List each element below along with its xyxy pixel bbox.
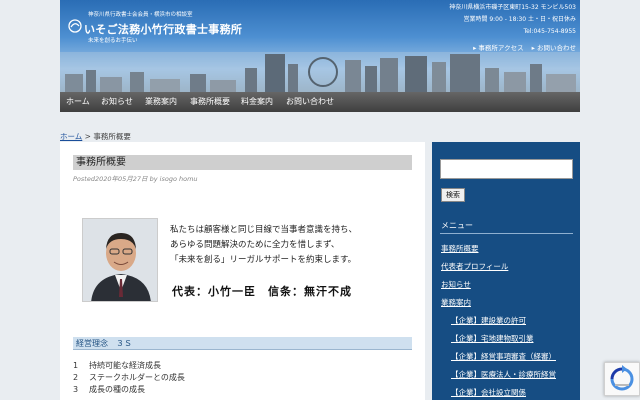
tel-text: Tel:045-754-8955 (523, 28, 576, 35)
nav-item-pricing[interactable]: 料金案内 (241, 92, 273, 112)
sidebar-subitem-construction[interactable]: 【企業】建設業の許可 (451, 315, 526, 326)
search-input[interactable] (440, 159, 573, 179)
breadcrumb-current: 事務所概要 (93, 132, 131, 141)
sidebar-item-services[interactable]: 業務案内 (441, 297, 471, 308)
list-item: 2 ステークホルダーとの成長 (73, 373, 185, 382)
list-item: 1 持続可能な経済成長 (73, 361, 161, 370)
search-button[interactable]: 検索 (441, 188, 465, 202)
sidebar-subitem-company[interactable]: 【企業】会社設立関係 (451, 387, 526, 398)
sidebar-item-news[interactable]: お知らせ (441, 279, 471, 290)
menu-heading: メニュー (441, 221, 473, 230)
recaptcha-badge[interactable] (604, 362, 640, 396)
site-header: 神奈川県行政書士会会員・横浜市の相談室 いそご法務小竹行政書士事務所 未来を創る… (60, 0, 580, 92)
page-title: 事務所概要 (73, 155, 412, 170)
address-text: 神奈川県横浜市磯子区東町15-32 モンビル503 (449, 4, 576, 11)
access-link[interactable]: ▸ 事務所アクセス (473, 44, 524, 52)
list-item: 3 成長の種の成長 (73, 385, 145, 394)
sidebar-subitem-real-estate[interactable]: 【企業】宅地建物取引業 (451, 333, 534, 344)
association-text: 神奈川県行政書士会会員・横浜市の相談室 (88, 12, 193, 18)
intro-line: 「未来を創る」リーガルサポートを約束します。 (170, 255, 357, 265)
tagline: 未来を創るお手伝い (88, 38, 138, 44)
nav-item-contact[interactable]: お問い合わせ (286, 92, 334, 112)
menu-divider (440, 233, 573, 234)
main-nav: ホーム お知らせ 業務案内 事務所概要 料金案内 お問い合わせ (60, 92, 580, 112)
breadcrumb: ホーム > 事務所概要 (60, 131, 131, 142)
contact-info: 神奈川県横浜市磯子区東町15-32 モンビル503 営業時間 9:00 - 18… (449, 2, 576, 38)
post-meta: Posted2020年05月27日 by isogo homu (73, 175, 198, 183)
sidebar-subitem-audit[interactable]: 【企業】経営事項審査（経審） (451, 351, 556, 362)
signature-text: 代表：小竹一臣 信条：無汗不成 (172, 285, 352, 298)
main-content: 事務所概要 Posted2020年05月27日 by isogo homu 私た… (60, 142, 425, 400)
section-heading: 経営理念 ３Ｓ (73, 337, 412, 350)
nav-item-about[interactable]: 事務所概要 (190, 92, 230, 112)
nav-item-news[interactable]: お知らせ (101, 92, 133, 112)
contact-link[interactable]: ▸ お問い合わせ (532, 44, 576, 52)
intro-text: 私たちは顧客様と同じ目線で当事者意識を持ち、 あらゆる問題解決のために全力を惜し… (170, 223, 357, 268)
hours-text: 営業時間 9:00 - 18:30 土・日・祝日休み (463, 16, 576, 23)
person-photo-image (83, 219, 157, 301)
logo-icon (68, 19, 82, 33)
city-skyline-image (60, 52, 580, 92)
intro-line: 私たちは顧客様と同じ目線で当事者意識を持ち、 (170, 225, 358, 235)
sidebar-item-about[interactable]: 事務所概要 (441, 243, 479, 254)
sidebar-subitem-medical[interactable]: 【企業】医療法人・診療所経営 (451, 369, 556, 380)
header-links: ▸ 事務所アクセス ▸ お問い合わせ (467, 42, 576, 52)
principles-list: 1 持続可能な経済成長 2 ステークホルダーとの成長 3 成長の種の成長 (73, 360, 185, 396)
sidebar-item-profile[interactable]: 代表者プロフィール (441, 261, 508, 272)
site-title[interactable]: いそご法務小竹行政書士事務所 (84, 21, 242, 37)
recaptcha-icon (610, 365, 634, 391)
nav-item-services[interactable]: 業務案内 (145, 92, 177, 112)
nav-item-home[interactable]: ホーム (66, 92, 90, 112)
sidebar: 検索 メニュー 事務所概要 代表者プロフィール お知らせ 業務案内 【企業】建設… (432, 142, 580, 400)
breadcrumb-home-link[interactable]: ホーム (60, 132, 82, 141)
intro-line: あらゆる問題解決のために全力を惜しまず、 (170, 240, 340, 250)
representative-photo (82, 218, 158, 302)
breadcrumb-separator: > (82, 132, 94, 141)
